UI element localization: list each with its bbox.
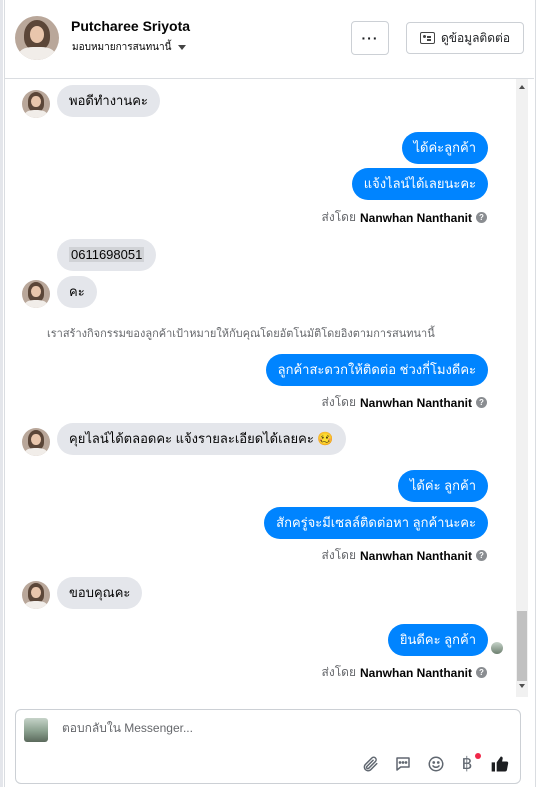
incoming-message: คุยไลน์ได้ตลอดคะ แจ้งรายละเอียดได้เลยคะ … bbox=[57, 423, 346, 455]
caret-down-icon bbox=[178, 45, 187, 50]
help-icon[interactable]: ? bbox=[476, 212, 487, 223]
smiley-icon[interactable] bbox=[426, 754, 446, 774]
sent-by-prefix: ส่งโดย bbox=[321, 665, 356, 679]
system-note: เราสร้างกิจกรรมของลูกค้าเป้าหมายให้กับคุ… bbox=[47, 328, 435, 340]
contact-avatar-small[interactable] bbox=[22, 581, 50, 609]
sent-by-label: ส่งโดย Nanwhan Nanthanit ? bbox=[322, 208, 487, 227]
scroll-down-arrow-icon[interactable] bbox=[519, 684, 525, 688]
contact-avatar[interactable] bbox=[15, 16, 59, 60]
page-avatar bbox=[24, 718, 48, 742]
sent-by-label: ส่งโดย Nanwhan Nanthanit ? bbox=[322, 393, 487, 412]
scroll-up-arrow-icon[interactable] bbox=[519, 85, 525, 89]
phone-number-text[interactable]: 0611698051 bbox=[69, 247, 145, 262]
sent-by-agent: Nanwhan Nanthanit bbox=[359, 210, 472, 225]
outgoing-message: ยินดีคะ ลูกค้า bbox=[387, 624, 488, 656]
assign-conversation-dropdown[interactable]: มอบหมายการสนทนานี้ bbox=[72, 40, 187, 55]
sent-by-prefix: ส่งโดย bbox=[321, 395, 356, 409]
notification-dot bbox=[475, 753, 481, 759]
sent-by-prefix: ส่งโดย bbox=[321, 210, 356, 224]
sent-by-label: ส่งโดย Nanwhan Nanthanit ? bbox=[322, 663, 487, 682]
conversation-header: Putcharee Sriyota มอบหมายการสนทนานี้ ···… bbox=[5, 0, 534, 79]
sent-by-label: ส่งโดย Nanwhan Nanthanit ? bbox=[322, 546, 487, 565]
chat-bubble-icon[interactable] bbox=[393, 754, 413, 774]
help-icon[interactable]: ? bbox=[476, 397, 487, 408]
paperclip-icon[interactable] bbox=[360, 754, 380, 774]
thumbs-up-icon[interactable] bbox=[490, 754, 510, 774]
outgoing-message: แจ้งไลน์ได้เลยนะคะ bbox=[351, 168, 488, 200]
message-composer: ฿ bbox=[15, 709, 521, 784]
incoming-message: 0611698051 bbox=[57, 239, 157, 271]
incoming-message: คะ bbox=[57, 276, 97, 308]
seen-indicator-avatar bbox=[491, 642, 503, 654]
help-icon[interactable]: ? bbox=[476, 667, 487, 678]
incoming-message: ขอบคุณคะ bbox=[57, 577, 143, 609]
baht-icon[interactable]: ฿ bbox=[457, 754, 477, 774]
outgoing-message: สักครู่จะมีเซลล์ติดต่อหา ลูกค้านะคะ bbox=[264, 507, 488, 539]
contact-avatar-small[interactable] bbox=[22, 428, 50, 456]
message-thread[interactable]: พอดีทำงานคะ ได้ค่ะลูกค้า แจ้งไลน์ได้เลยน… bbox=[5, 79, 517, 697]
contact-name[interactable]: Putcharee Sriyota bbox=[71, 18, 190, 34]
sent-by-agent: Nanwhan Nanthanit bbox=[359, 665, 472, 680]
left-edge-bar bbox=[0, 0, 3, 787]
contact-avatar-small[interactable] bbox=[22, 90, 50, 118]
scrollbar-thumb[interactable] bbox=[517, 611, 527, 681]
more-options-button[interactable]: ··· bbox=[351, 21, 389, 55]
outgoing-message: ลูกค้าสะดวกให้ติดต่อ ช่วงกี่โมงดีคะ bbox=[265, 354, 488, 386]
view-contact-info-label: ดูข้อมูลติดต่อ bbox=[440, 30, 511, 45]
view-contact-info-button[interactable]: ดูข้อมูลติดต่อ bbox=[406, 22, 524, 54]
outgoing-message: ได้ค่ะลูกค้า bbox=[401, 132, 488, 164]
assign-label: มอบหมายการสนทนานี้ bbox=[72, 42, 172, 53]
contact-avatar-small[interactable] bbox=[22, 280, 50, 308]
sent-by-agent: Nanwhan Nanthanit bbox=[359, 395, 472, 410]
reply-input[interactable] bbox=[60, 720, 444, 736]
help-icon[interactable]: ? bbox=[476, 550, 487, 561]
sent-by-prefix: ส่งโดย bbox=[321, 548, 356, 562]
outgoing-message: ได้ค่ะ ลูกค้า bbox=[397, 470, 488, 502]
contact-card-icon bbox=[419, 32, 435, 44]
thread-scrollbar[interactable] bbox=[516, 79, 528, 697]
sent-by-agent: Nanwhan Nanthanit bbox=[359, 548, 472, 563]
incoming-message: พอดีทำงานคะ bbox=[57, 85, 160, 117]
